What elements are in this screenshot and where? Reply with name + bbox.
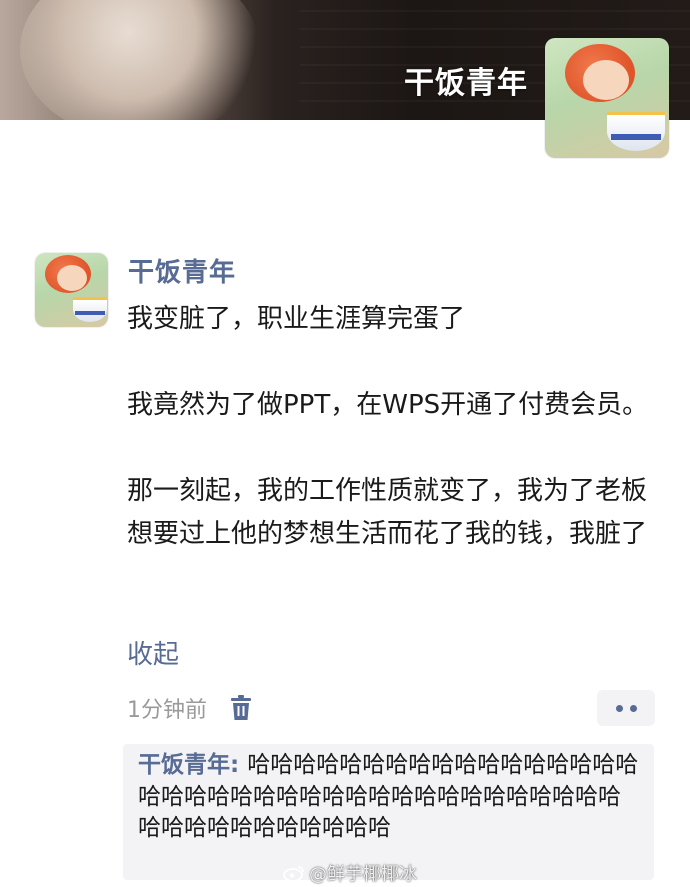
dot [629, 704, 637, 712]
cover-avatar[interactable] [545, 38, 669, 158]
cover-blur-shape [20, 0, 260, 120]
avatar-bowl [607, 112, 665, 151]
trash-icon[interactable] [229, 695, 253, 721]
avatar-face [583, 60, 629, 100]
more-dots-icon[interactable] [597, 690, 655, 726]
collapse-link[interactable]: 收起 [127, 634, 179, 671]
post-paragraph: 我变脏了，职业生涯算完蛋了 [127, 304, 466, 334]
watermark: @鲜芋椰椰冰 [283, 860, 417, 886]
avatar-face [57, 265, 87, 291]
dot [615, 704, 623, 712]
comment-separator: : [230, 752, 248, 778]
comment-item[interactable]: 干饭青年: 哈哈哈哈哈哈哈哈哈哈哈哈哈哈哈哈哈哈哈哈哈哈哈哈哈哈哈哈哈哈哈哈哈哈… [138, 750, 643, 845]
post-paragraph: 我竟然为了做PPT，在WPS开通了付费会员。 [127, 390, 649, 420]
avatar-bowl-stripe [611, 134, 661, 140]
cover-username[interactable]: 干饭青年 [404, 58, 528, 102]
watermark-text: @鲜芋椰椰冰 [309, 864, 417, 885]
weibo-icon [283, 866, 304, 882]
post-meta-row: 1分钟前 [127, 691, 253, 725]
avatar-bowl [73, 297, 107, 322]
comment-author[interactable]: 干饭青年 [138, 752, 230, 778]
post-author-name[interactable]: 干饭青年 [128, 252, 236, 289]
avatar-bowl-stripe [75, 311, 105, 315]
post-body: 我变脏了，职业生涯算完蛋了 我竟然为了做PPT，在WPS开通了付费会员。 那一刻… [127, 298, 667, 556]
post-timestamp: 1分钟前 [127, 698, 207, 723]
post-avatar[interactable] [35, 253, 108, 327]
post-paragraph: 那一刻起，我的工作性质就变了，我为了老板想要过上他的梦想生活而花了我的钱，我脏了 [127, 476, 648, 549]
